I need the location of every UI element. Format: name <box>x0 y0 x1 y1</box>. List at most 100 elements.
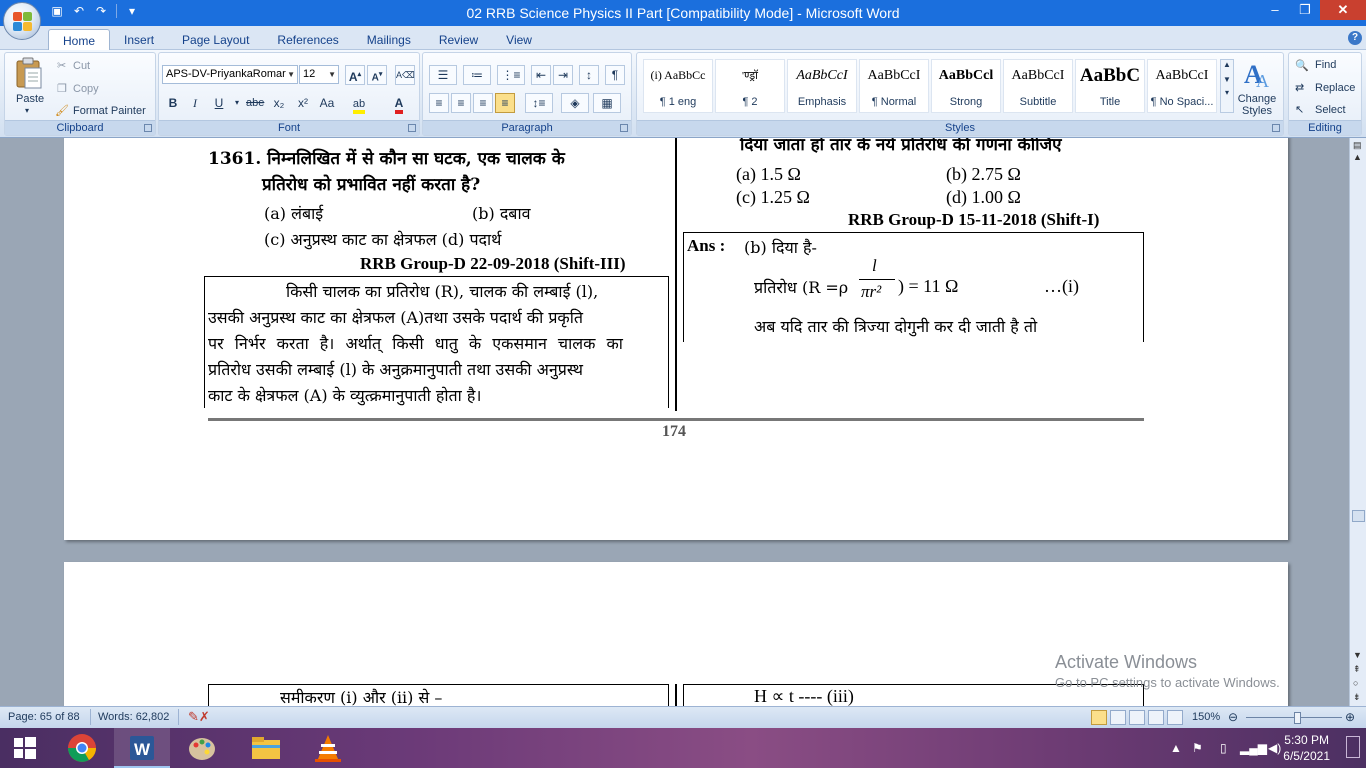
scroll-down-icon[interactable]: ▼ <box>1221 75 1233 84</box>
strikethrough-button[interactable]: abe <box>245 93 265 113</box>
more-styles-icon[interactable]: ▾ <box>1221 88 1233 97</box>
zoom-out-icon[interactable]: ⊖ <box>1228 710 1238 724</box>
replace-icon[interactable]: ⇄ <box>1295 81 1304 94</box>
bullets-icon[interactable]: ☰ <box>429 65 457 85</box>
subscript-button[interactable]: x₂ <box>269 93 289 113</box>
format-painter-button[interactable]: Format Painter <box>73 105 146 117</box>
style-no-spacing[interactable]: AaBbCcI ¶ No Spaci... <box>1147 59 1217 113</box>
borders-icon[interactable]: ▦ <box>593 93 621 113</box>
clear-formatting-icon[interactable]: A⌫ <box>395 65 415 85</box>
align-center-icon[interactable]: ≡ <box>451 93 471 113</box>
zoom-level[interactable]: 150% <box>1192 711 1220 723</box>
justify-icon[interactable]: ≡ <box>495 93 515 113</box>
style-subtitle[interactable]: AaBbCcI Subtitle <box>1003 59 1073 113</box>
bold-button[interactable]: B <box>163 93 183 113</box>
paste-icon[interactable] <box>13 57 45 91</box>
proofing-icon[interactable]: ✎✗ <box>188 709 210 725</box>
select-button[interactable]: Select <box>1315 104 1346 116</box>
select-browse-object-icon[interactable]: ○ <box>1353 678 1358 688</box>
style-title[interactable]: AaBbC Title <box>1075 59 1145 113</box>
restore-button[interactable]: ❐ <box>1290 0 1320 20</box>
change-styles-icon[interactable]: A A <box>1241 57 1275 91</box>
align-right-icon[interactable]: ≡ <box>473 93 493 113</box>
tab-review[interactable]: Review <box>425 29 492 50</box>
tab-insert[interactable]: Insert <box>110 29 168 50</box>
zoom-in-icon[interactable]: ⊕ <box>1345 710 1355 724</box>
word-taskbar-icon[interactable]: W <box>114 728 170 768</box>
battery-icon[interactable]: ▯ <box>1220 741 1227 755</box>
vlc-taskbar-icon[interactable] <box>300 728 356 768</box>
web-layout-icon[interactable] <box>1129 710 1145 725</box>
numbering-icon[interactable]: ≔ <box>463 65 491 85</box>
grow-font-button[interactable]: A▴ <box>345 65 365 85</box>
word-count[interactable]: Words: 62,802 <box>98 711 169 723</box>
copy-icon[interactable]: ❐ <box>57 82 67 95</box>
draft-view-icon[interactable] <box>1167 710 1183 725</box>
file-explorer-taskbar-icon[interactable] <box>238 728 294 768</box>
outline-view-icon[interactable] <box>1148 710 1164 725</box>
next-page-icon[interactable]: ⇟ <box>1353 692 1361 703</box>
styles-scrollbar[interactable]: ▲ ▼ ▾ <box>1220 59 1234 113</box>
sort-icon[interactable]: ↕ <box>579 65 599 85</box>
show-hidden-icons[interactable]: ▲ <box>1170 741 1182 755</box>
highlight-icon[interactable]: ab <box>349 93 369 114</box>
change-case-button[interactable]: Aa <box>317 93 337 113</box>
paste-dropdown-icon[interactable]: ▾ <box>25 106 29 115</box>
document-page[interactable]: 1361. निम्नलिखित में से कौन सा घटक, एक च… <box>64 138 1288 540</box>
chrome-taskbar-icon[interactable] <box>54 728 110 768</box>
tab-view[interactable]: View <box>492 29 546 50</box>
copy-button[interactable]: Copy <box>73 83 99 95</box>
full-screen-reading-icon[interactable] <box>1110 710 1126 725</box>
start-button[interactable] <box>0 728 50 768</box>
find-icon[interactable]: 🔍 <box>1295 59 1309 72</box>
superscript-button[interactable]: x² <box>293 93 313 113</box>
italic-button[interactable]: I <box>185 93 205 113</box>
help-icon[interactable]: ? <box>1348 31 1362 45</box>
tab-mailings[interactable]: Mailings <box>353 29 425 50</box>
previous-page-icon[interactable]: ⇞ <box>1353 664 1361 675</box>
cut-button[interactable]: Cut <box>73 60 90 72</box>
multilevel-list-icon[interactable]: ⋮≡ <box>497 65 525 85</box>
notifications-icon[interactable] <box>1346 736 1360 758</box>
action-center-flag-icon[interactable]: ⚑ <box>1192 741 1203 755</box>
ruler-toggle-icon[interactable]: ▤ <box>1353 140 1362 151</box>
font-launcher-icon[interactable] <box>408 124 416 132</box>
close-button[interactable]: ✕ <box>1320 0 1366 20</box>
tab-references[interactable]: References <box>263 29 352 50</box>
scroll-down-icon[interactable]: ▼ <box>1353 650 1362 660</box>
style-normal[interactable]: AaBbCcI ¶ Normal <box>859 59 929 113</box>
increase-indent-icon[interactable]: ⇥ <box>553 65 573 85</box>
shading-icon[interactable]: ◈ <box>561 93 589 113</box>
decrease-indent-icon[interactable]: ⇤ <box>531 65 551 85</box>
replace-button[interactable]: Replace <box>1315 82 1355 94</box>
show-formatting-icon[interactable]: ¶ <box>605 65 625 85</box>
document-area[interactable]: 1361. निम्नलिखित में से कौन सा घटक, एक च… <box>0 138 1349 706</box>
scroll-thumb[interactable] <box>1352 510 1365 522</box>
style-2[interactable]: 'ण्ड्रॉ ¶ 2 <box>715 59 785 113</box>
office-button[interactable] <box>3 2 41 40</box>
tab-page-layout[interactable]: Page Layout <box>168 29 263 50</box>
style-1-eng[interactable]: (i) AaBbCc ¶ 1 eng <box>643 59 713 113</box>
clipboard-launcher-icon[interactable] <box>144 124 152 132</box>
styles-launcher-icon[interactable] <box>1272 124 1280 132</box>
change-styles-button[interactable]: Change Styles <box>1233 93 1281 117</box>
shrink-font-button[interactable]: A▾ <box>367 65 387 85</box>
cut-icon[interactable]: ✂ <box>57 59 66 72</box>
style-emphasis[interactable]: AaBbCcI Emphasis <box>787 59 857 113</box>
taskbar-clock[interactable]: 5:30 PM 6/5/2021 <box>1283 732 1330 764</box>
paint-taskbar-icon[interactable] <box>174 728 230 768</box>
font-name-combo[interactable]: APS-DV-PriyankaRomar ▼ <box>162 65 298 84</box>
font-color-icon[interactable]: A <box>389 93 409 114</box>
network-signal-icon[interactable]: ▂▄▆ <box>1240 741 1267 755</box>
find-button[interactable]: Find <box>1315 59 1336 71</box>
print-layout-view-icon[interactable] <box>1091 710 1107 725</box>
scroll-up-icon[interactable]: ▲ <box>1221 60 1233 69</box>
font-size-combo[interactable]: 12 ▼ <box>299 65 339 84</box>
paragraph-launcher-icon[interactable] <box>620 124 628 132</box>
minimize-button[interactable]: – <box>1260 0 1290 20</box>
underline-button[interactable]: U <box>209 93 229 113</box>
tab-home[interactable]: Home <box>48 29 111 50</box>
underline-dropdown-icon[interactable]: ▾ <box>227 93 247 113</box>
line-spacing-icon[interactable]: ↕≡ <box>525 93 553 113</box>
zoom-slider-thumb[interactable] <box>1294 712 1301 724</box>
